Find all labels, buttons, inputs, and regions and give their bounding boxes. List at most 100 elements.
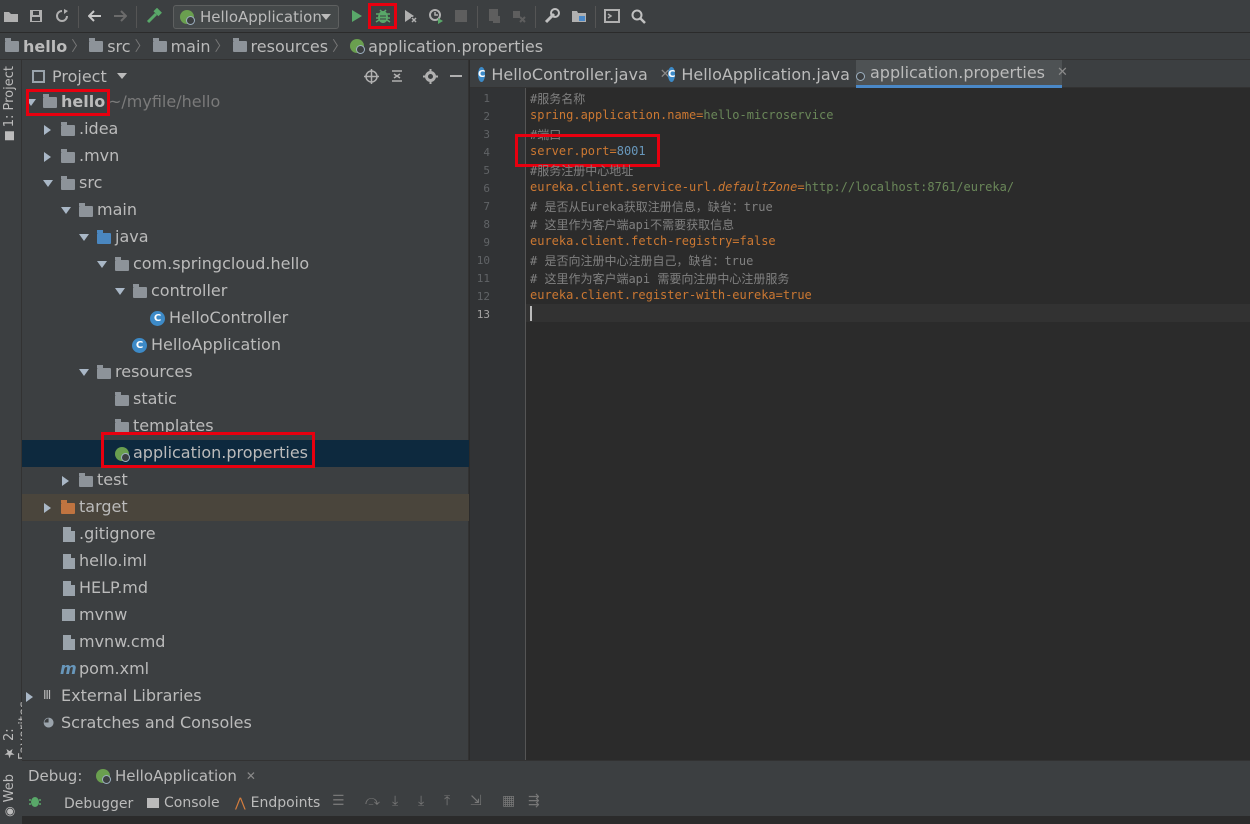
run-icon[interactable] <box>348 7 366 25</box>
tree-item-pom-xml[interactable]: m pom.xml <box>22 656 469 683</box>
show-execution-point-icon[interactable]: ⤼ <box>365 793 380 809</box>
folder-icon <box>61 122 75 136</box>
expand-arrow-icon[interactable] <box>115 288 125 295</box>
collapse-arrow-icon[interactable] <box>62 476 69 486</box>
spring-boot-class-icon: C <box>668 66 676 82</box>
chevron-down-icon <box>321 14 331 20</box>
hide-panel-icon[interactable] <box>448 68 464 84</box>
step-out-icon[interactable]: ⤒ <box>444 793 450 809</box>
tree-item-mvnw[interactable]: mvnw <box>22 602 469 629</box>
breadcrumb-item-hello[interactable]: hello <box>5 37 67 56</box>
forward-icon[interactable] <box>111 7 129 25</box>
tree-item-gitignore[interactable]: .gitignore <box>22 521 469 548</box>
tree-item-target[interactable]: target <box>22 494 469 521</box>
breadcrumb-item-src[interactable]: src <box>89 37 131 56</box>
run-configuration-select[interactable]: HelloApplication <box>173 5 339 29</box>
build-icon[interactable] <box>145 7 163 25</box>
trace-icon[interactable]: ⇶ <box>528 793 540 809</box>
tree-item-test[interactable]: test <box>22 467 469 494</box>
tree-item-hellocontroller[interactable]: C HelloController <box>22 305 469 332</box>
tree-item-mvnw-cmd[interactable]: mvnw.cmd <box>22 629 469 656</box>
profile-icon[interactable] <box>427 7 445 25</box>
open-icon[interactable] <box>2 7 20 25</box>
expand-arrow-icon[interactable] <box>79 369 89 376</box>
project-view-icon <box>32 69 45 83</box>
line-number: 1 <box>483 92 490 105</box>
breadcrumb-item-main[interactable]: main <box>152 37 211 56</box>
project-tool-tab[interactable]: 1: Project <box>2 66 17 141</box>
tree-item-java[interactable]: java <box>22 224 469 251</box>
code-line-11: # 这里作为客户端api 需要向注册中心注册服务 <box>530 272 790 286</box>
line-number-gutter: 1 2 3 4 5 6 7 8 9 10 11 12 13 <box>470 88 526 760</box>
tree-item-mvn[interactable]: .mvn <box>22 143 469 170</box>
expand-arrow-icon[interactable] <box>79 234 89 241</box>
tree-item-src[interactable]: src <box>22 170 469 197</box>
collapse-arrow-icon[interactable] <box>44 503 51 513</box>
coverage-icon[interactable] <box>401 7 419 25</box>
tree-label: test <box>97 470 128 489</box>
close-icon[interactable]: ✕ <box>246 769 256 783</box>
debug-highlight-box <box>368 3 397 29</box>
tree-item-hello-iml[interactable]: hello.iml <box>22 548 469 575</box>
collapse-arrow-icon[interactable] <box>44 125 51 135</box>
tree-label: main <box>97 200 137 219</box>
breadcrumb-item-resources[interactable]: resources <box>232 37 328 56</box>
spring-boot-icon <box>180 10 195 25</box>
collapse-arrow-icon[interactable] <box>44 152 51 162</box>
code-editor[interactable]: #服务名称 spring.application.name=hello-micr… <box>515 88 1250 760</box>
code-line-7: # 是否从Eureka获取注册信息，缺省：true <box>530 200 773 214</box>
tree-item-helloapplication[interactable]: C HelloApplication <box>22 332 469 359</box>
tree-item-help-md[interactable]: HELP.md <box>22 575 469 602</box>
chevron-down-icon[interactable] <box>116 73 127 79</box>
tree-item-main[interactable]: main <box>22 197 469 224</box>
web-tool-tab[interactable]: ◉Web <box>2 774 17 819</box>
breadcrumb-item-application-properties[interactable]: application.properties <box>350 37 543 56</box>
resources-folder-icon <box>97 365 111 379</box>
vcs-update-icon[interactable] <box>510 7 528 25</box>
terminal-icon[interactable] <box>603 7 621 25</box>
collapse-all-icon[interactable] <box>389 68 405 84</box>
run-to-cursor-icon[interactable]: ⇲ <box>470 793 482 809</box>
step-over-icon[interactable]: ⤓ <box>392 793 398 809</box>
project-structure-icon[interactable] <box>570 7 588 25</box>
settings-icon[interactable] <box>543 7 561 25</box>
tab-debugger[interactable]: Debugger <box>64 796 133 812</box>
close-icon[interactable]: ✕ <box>1057 65 1068 80</box>
menu-lines-icon[interactable]: ☰ <box>332 793 345 809</box>
evaluate-icon[interactable]: ▦ <box>502 793 515 809</box>
tree-item-resources[interactable]: resources <box>22 359 469 386</box>
back-icon[interactable] <box>86 7 104 25</box>
tab-hellocontroller[interactable]: C HelloController.java ✕ <box>470 60 671 88</box>
tab-helloapplication[interactable]: C HelloApplication.java ✕ <box>660 60 873 88</box>
collapse-arrow-icon[interactable] <box>26 692 33 702</box>
stop-icon[interactable] <box>452 7 470 25</box>
expand-arrow-icon[interactable] <box>61 207 71 214</box>
tab-application-properties[interactable]: application.properties ✕ <box>856 60 1068 88</box>
expand-arrow-icon[interactable] <box>43 180 53 187</box>
main-toolbar: HelloApplication <box>0 0 1250 33</box>
tree-label: hello.iml <box>79 551 147 570</box>
tree-item-idea[interactable]: .idea <box>22 116 469 143</box>
expand-arrow-icon[interactable] <box>97 261 107 268</box>
save-icon[interactable] <box>27 7 45 25</box>
maven-icon: m <box>60 659 77 678</box>
tree-item-static[interactable]: static <box>22 386 469 413</box>
folder-icon <box>61 176 75 190</box>
sync-icon[interactable] <box>53 7 71 25</box>
tree-item-controller[interactable]: controller <box>22 278 469 305</box>
search-icon[interactable] <box>629 7 647 25</box>
tree-item-scratches[interactable]: ◕ Scratches and Consoles <box>22 710 469 737</box>
tab-endpoints[interactable]: ⋀ Endpoints <box>235 795 320 811</box>
tab-console[interactable]: Console <box>147 795 220 811</box>
locate-icon[interactable] <box>363 68 379 84</box>
debug-session-tab[interactable]: HelloApplication ✕ <box>96 767 256 785</box>
step-into-icon[interactable]: ⤓ <box>418 793 424 809</box>
vcs-icon[interactable] <box>485 7 503 25</box>
tree-item-package[interactable]: com.springcloud.hello <box>22 251 469 278</box>
tree-item-external-libraries[interactable]: Ⅲ External Libraries <box>22 683 469 710</box>
gear-icon[interactable] <box>422 68 438 84</box>
java-class-icon: C <box>478 66 486 82</box>
project-panel-title[interactable]: Project <box>52 67 107 86</box>
debug-label: Debug: <box>28 767 83 785</box>
debug-content <box>22 816 1250 824</box>
